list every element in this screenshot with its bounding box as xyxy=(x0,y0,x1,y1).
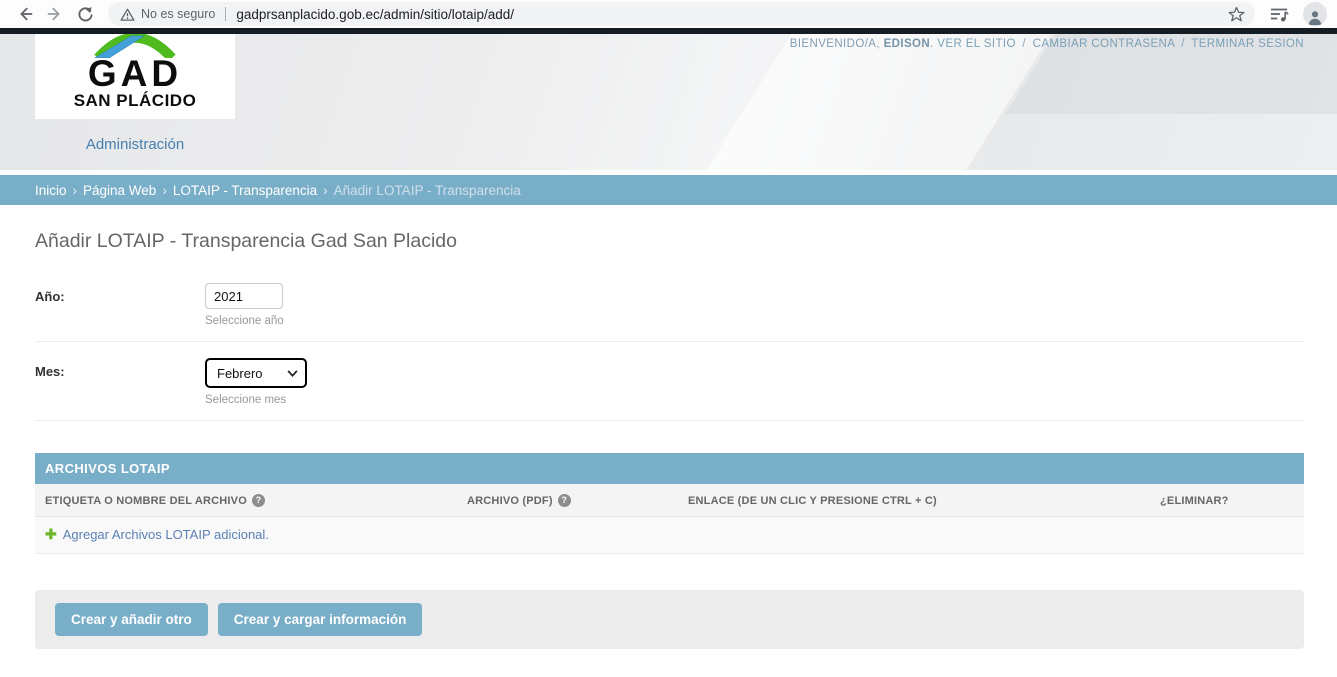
column-eliminar-label: ¿ELIMINAR? xyxy=(1160,495,1229,507)
page-title: Añadir LOTAIP - Transparencia Gad San Pl… xyxy=(35,230,1304,253)
mes-label: Mes: xyxy=(35,358,205,406)
crear-y-cargar-informacion-button[interactable]: Crear y cargar información xyxy=(218,603,423,636)
column-enlace-label: ENLACE (DE UN CLIC Y PRESIONE CTRL + C) xyxy=(688,495,937,507)
logout-link[interactable]: TERMINAR SESION xyxy=(1191,38,1304,50)
link-separator: / xyxy=(1181,38,1185,50)
media-controls-icon[interactable] xyxy=(1269,5,1289,23)
profile-avatar-icon[interactable] xyxy=(1303,2,1327,26)
module-title: ARCHIVOS LOTAIP xyxy=(35,453,1304,484)
view-site-link[interactable]: VER EL SITIO xyxy=(937,38,1016,50)
archivos-lotaip-module: ARCHIVOS LOTAIP ETIQUETA O NOMBRE DEL AR… xyxy=(35,453,1304,554)
add-icon xyxy=(45,526,57,542)
back-icon[interactable] xyxy=(10,1,40,27)
crear-y-anadir-otro-button[interactable]: Crear y añadir otro xyxy=(55,603,208,636)
logo-text-gad: GAD xyxy=(88,56,182,91)
url-bar[interactable]: No es seguro gadprsanplacido.gob.ec/admi… xyxy=(108,2,1255,26)
username: EDISON xyxy=(884,38,931,50)
admin-caption: Administración xyxy=(35,136,235,153)
table-header-row: ETIQUETA O NOMBRE DEL ARCHIVO ARCHIVO (P… xyxy=(35,484,1304,517)
welcome-text: BIENVENIDO/A, xyxy=(790,38,880,50)
security-status[interactable]: No es seguro xyxy=(120,7,215,22)
site-logo[interactable]: GAD SAN PLÁCIDO xyxy=(35,34,235,119)
forward-icon[interactable] xyxy=(40,1,70,27)
breadcrumb-separator: › xyxy=(323,183,328,198)
column-archivo-label: ARCHIVO (PDF) xyxy=(467,495,553,507)
browser-toolbar: No es seguro gadprsanplacido.gob.ec/admi… xyxy=(0,0,1337,28)
change-password-link[interactable]: CAMBIAR CONTRASENA xyxy=(1033,38,1175,50)
welcome-period: . xyxy=(930,38,934,50)
link-separator: / xyxy=(1022,38,1026,50)
add-row: Agregar Archivos LOTAIP adicional. xyxy=(35,517,1304,554)
add-archivo-link[interactable]: Agregar Archivos LOTAIP adicional. xyxy=(63,527,269,542)
help-icon[interactable] xyxy=(252,494,265,507)
column-etiqueta-label: ETIQUETA O NOMBRE DEL ARCHIVO xyxy=(45,495,247,507)
ano-help-text: Seleccione año xyxy=(205,315,284,327)
form-row-ano: Año: Seleccione año xyxy=(35,267,1304,342)
submit-row: Crear y añadir otro Crear y cargar infor… xyxy=(35,590,1304,649)
column-etiqueta: ETIQUETA O NOMBRE DEL ARCHIVO xyxy=(45,494,467,507)
ano-input[interactable] xyxy=(205,283,283,309)
user-tools: BIENVENIDO/A, EDISON. VER EL SITIO / CAM… xyxy=(790,38,1304,50)
breadcrumb-lotaip[interactable]: LOTAIP - Transparencia xyxy=(173,183,317,198)
site-header: GAD SAN PLÁCIDO Administración BIENVENID… xyxy=(0,34,1337,170)
breadcrumb-inicio[interactable]: Inicio xyxy=(35,183,67,198)
column-archivo: ARCHIVO (PDF) xyxy=(467,494,688,507)
breadcrumb-separator: › xyxy=(73,183,78,198)
chevron-down-icon xyxy=(287,370,298,377)
mes-select[interactable]: Febrero xyxy=(205,358,307,388)
bookmark-star-icon[interactable] xyxy=(1228,6,1245,23)
security-warning-label: No es seguro xyxy=(141,7,215,21)
warning-icon xyxy=(120,7,135,22)
help-icon[interactable] xyxy=(558,494,571,507)
column-eliminar: ¿ELIMINAR? xyxy=(1160,494,1304,507)
reload-icon[interactable] xyxy=(70,1,100,27)
logo-text-san-placido: SAN PLÁCIDO xyxy=(74,91,197,111)
form-row-mes: Mes: Febrero Seleccione mes xyxy=(35,342,1304,421)
url-text[interactable]: gadprsanplacido.gob.ec/admin/sitio/lotai… xyxy=(236,7,1228,22)
breadcrumb-separator: › xyxy=(162,183,167,198)
ano-label: Año: xyxy=(35,283,205,327)
mes-selected-value: Febrero xyxy=(217,366,263,381)
breadcrumb-current: Añadir LOTAIP - Transparencia xyxy=(334,183,521,198)
mes-help-text: Seleccione mes xyxy=(205,394,307,406)
column-enlace: ENLACE (DE UN CLIC Y PRESIONE CTRL + C) xyxy=(688,494,1160,507)
breadcrumb-pagina-web[interactable]: Página Web xyxy=(83,183,156,198)
breadcrumb: Inicio › Página Web › LOTAIP - Transpare… xyxy=(0,175,1337,205)
omnibox-divider xyxy=(225,7,226,21)
main-content: Añadir LOTAIP - Transparencia Gad San Pl… xyxy=(0,230,1337,649)
